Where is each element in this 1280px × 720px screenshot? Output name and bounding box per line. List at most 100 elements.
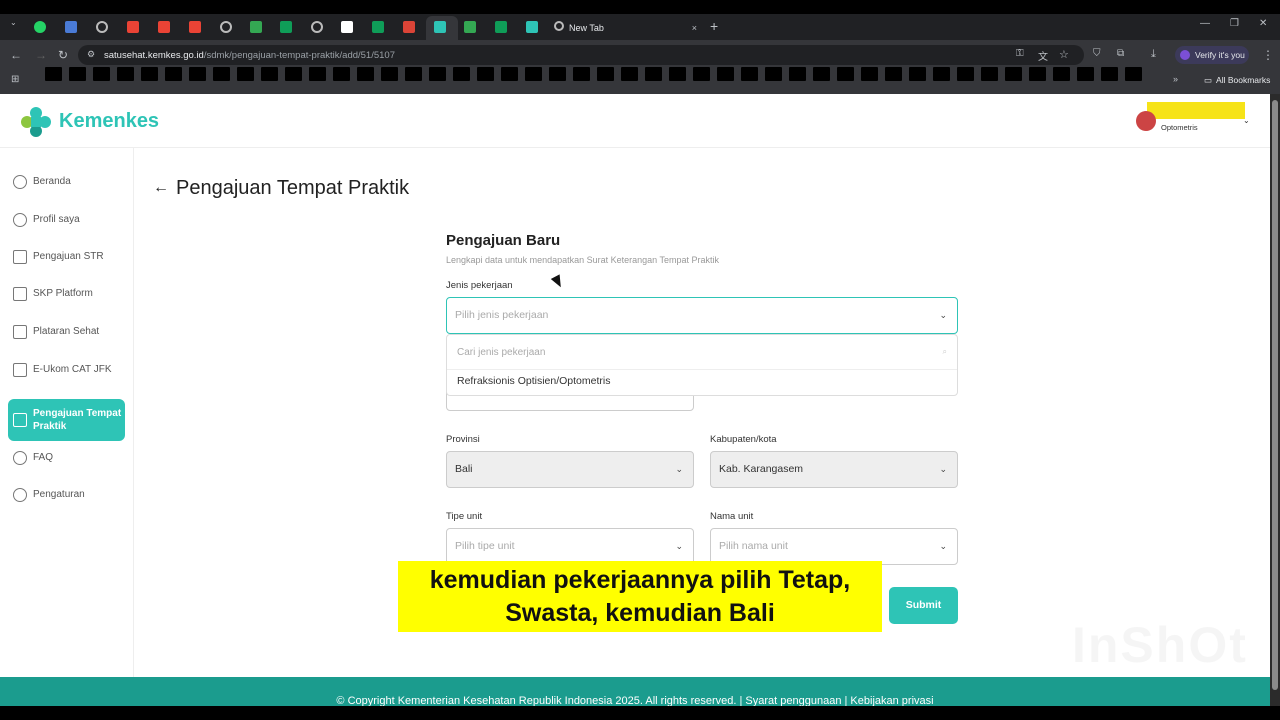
bookmark-item-redacted[interactable] — [717, 67, 734, 81]
reload-icon[interactable]: ↻ — [58, 48, 68, 62]
bookmark-item-redacted[interactable] — [957, 67, 974, 81]
bookmark-item-redacted[interactable] — [1029, 67, 1046, 81]
sidebar-item-plataran[interactable]: Plataran Sehat — [8, 318, 125, 346]
tipe-unit-select[interactable]: Pilih tipe unit ⌄ — [446, 528, 694, 565]
minimize-icon[interactable]: — — [1200, 18, 1210, 29]
bookmark-item-redacted[interactable] — [429, 67, 446, 81]
bookmark-item-redacted[interactable] — [549, 67, 566, 81]
sidebar-item-pengaturan[interactable]: Pengaturan — [8, 481, 125, 509]
sidebar-item-pengajuan-str[interactable]: Pengajuan STR — [8, 243, 125, 271]
sidebar-item-skp[interactable]: SKP Platform — [8, 280, 125, 308]
brand-name[interactable]: Kemenkes — [59, 110, 159, 133]
bookmark-item-redacted[interactable] — [1053, 67, 1070, 81]
bookmark-item-redacted[interactable] — [477, 67, 494, 81]
translate-icon[interactable]: 文 — [1038, 48, 1048, 63]
bookmark-item-redacted[interactable] — [165, 67, 182, 81]
bookmark-item-redacted[interactable] — [1101, 67, 1118, 81]
bookmark-item-redacted[interactable] — [453, 67, 470, 81]
sheets-tab-icon[interactable] — [280, 21, 292, 33]
sidebar-item-faq[interactable]: FAQ — [8, 444, 125, 472]
globe-tab-icon[interactable] — [220, 21, 232, 33]
bookmark-item-redacted[interactable] — [333, 67, 350, 81]
bookmark-item-redacted[interactable] — [885, 67, 902, 81]
apps-grid-icon[interactable]: ⊞ — [11, 74, 19, 85]
download-icon[interactable]: ⤓ — [1151, 48, 1156, 61]
new-tab-button[interactable]: + — [710, 18, 718, 34]
tab-icon[interactable] — [403, 21, 415, 33]
menu-kebab-icon[interactable]: ⋮ — [1262, 48, 1274, 62]
bookmark-item-redacted[interactable] — [621, 67, 638, 81]
page-scrollbar[interactable] — [1270, 94, 1280, 706]
bookmark-item-redacted[interactable] — [237, 67, 254, 81]
bookmark-item-redacted[interactable] — [837, 67, 854, 81]
bookmark-item-redacted[interactable] — [309, 67, 326, 81]
sidebar-item-eukom[interactable]: E-Ukom CAT JFK — [8, 356, 125, 384]
bookmark-item-redacted[interactable] — [405, 67, 422, 81]
window-close-icon[interactable]: ✕ — [1259, 18, 1267, 29]
bookmark-item-redacted[interactable] — [117, 67, 134, 81]
bookmark-item-redacted[interactable] — [933, 67, 950, 81]
bookmark-item-redacted[interactable] — [69, 67, 86, 81]
all-bookmarks-button[interactable]: ▭ All Bookmarks — [1204, 75, 1270, 86]
bookmark-item-redacted[interactable] — [573, 67, 590, 81]
profile-button[interactable]: Verify it's you — [1175, 46, 1249, 64]
drive-tab-icon[interactable] — [250, 21, 262, 33]
bookmark-item-redacted[interactable] — [861, 67, 878, 81]
password-key-icon[interactable]: ⚿ — [1016, 48, 1024, 59]
sidebar-item-profil[interactable]: Profil saya — [8, 206, 125, 234]
bookmark-item-redacted[interactable] — [525, 67, 542, 81]
bookmark-item-redacted[interactable] — [789, 67, 806, 81]
bookmark-item-redacted[interactable] — [1077, 67, 1094, 81]
bookmark-item-redacted[interactable] — [813, 67, 830, 81]
bookmark-item-redacted[interactable] — [189, 67, 206, 81]
jenis-pekerjaan-select[interactable]: Pilih jenis pekerjaan ⌄ — [446, 297, 958, 334]
extensions-icon[interactable]: ⧉ — [1117, 48, 1124, 59]
kemenkes-logo-icon[interactable] — [20, 106, 52, 138]
whatsapp-tab-icon[interactable] — [34, 21, 46, 33]
drive-tab-icon[interactable] — [464, 21, 476, 33]
avatar[interactable] — [1136, 111, 1156, 131]
site-info-icon[interactable]: ⚙ — [87, 49, 95, 60]
sidebar-item-beranda[interactable]: Beranda — [8, 168, 125, 196]
bookmark-item-redacted[interactable] — [501, 67, 518, 81]
bookmark-item-redacted[interactable] — [741, 67, 758, 81]
submit-button[interactable]: Submit — [889, 587, 958, 624]
bookmark-item-redacted[interactable] — [669, 67, 686, 81]
kemenkes-tab-icon[interactable] — [526, 21, 538, 33]
bookmark-item-redacted[interactable] — [357, 67, 374, 81]
chevron-down-icon[interactable]: ⌄ — [1243, 116, 1250, 125]
bookmark-item-redacted[interactable] — [213, 67, 230, 81]
more-bookmarks-icon[interactable]: » — [1173, 74, 1178, 84]
sidebar-item-tempat-praktik[interactable]: Pengajuan Tempat Praktik — [8, 399, 125, 441]
back-icon[interactable]: ← — [10, 48, 22, 62]
bookmark-item-redacted[interactable] — [765, 67, 782, 81]
globe-tab-icon[interactable] — [311, 21, 323, 33]
dropdown-option[interactable]: Refraksionis Optisien/Optometris — [457, 375, 610, 387]
close-tab-icon[interactable]: × — [692, 16, 697, 40]
nama-unit-select[interactable]: Pilih nama unit ⌄ — [710, 528, 958, 565]
bookmark-item-redacted[interactable] — [381, 67, 398, 81]
kabupaten-select[interactable]: Kab. Karangasem ⌄ — [710, 451, 958, 488]
restore-icon[interactable]: ❐ — [1230, 18, 1239, 29]
gmail-tab-icon[interactable] — [189, 21, 201, 33]
bookmark-item-redacted[interactable] — [693, 67, 710, 81]
bookmark-item-redacted[interactable] — [261, 67, 278, 81]
bookmark-item-redacted[interactable] — [1005, 67, 1022, 81]
sheets-tab-icon[interactable] — [495, 21, 507, 33]
forward-icon[interactable]: → — [35, 48, 47, 62]
bookmark-item-redacted[interactable] — [981, 67, 998, 81]
tab-search-icon[interactable]: ⌄ — [10, 18, 17, 27]
globe-tab-icon[interactable] — [96, 21, 108, 33]
bookmark-item-redacted[interactable] — [597, 67, 614, 81]
bookmark-item-redacted[interactable] — [285, 67, 302, 81]
bookmark-item-redacted[interactable] — [645, 67, 662, 81]
provinsi-select[interactable]: Bali ⌄ — [446, 451, 694, 488]
bookmark-star-icon[interactable]: ☆ — [1059, 48, 1069, 61]
tab-new-tab[interactable]: New Tab × — [545, 16, 705, 40]
bookmark-item-redacted[interactable] — [45, 67, 62, 81]
bookmark-item-redacted[interactable] — [93, 67, 110, 81]
back-arrow-icon[interactable]: ← — [153, 179, 169, 197]
tab-icon[interactable] — [341, 21, 353, 33]
gmail-tab-icon[interactable] — [127, 21, 139, 33]
tab-icon[interactable] — [65, 21, 77, 33]
